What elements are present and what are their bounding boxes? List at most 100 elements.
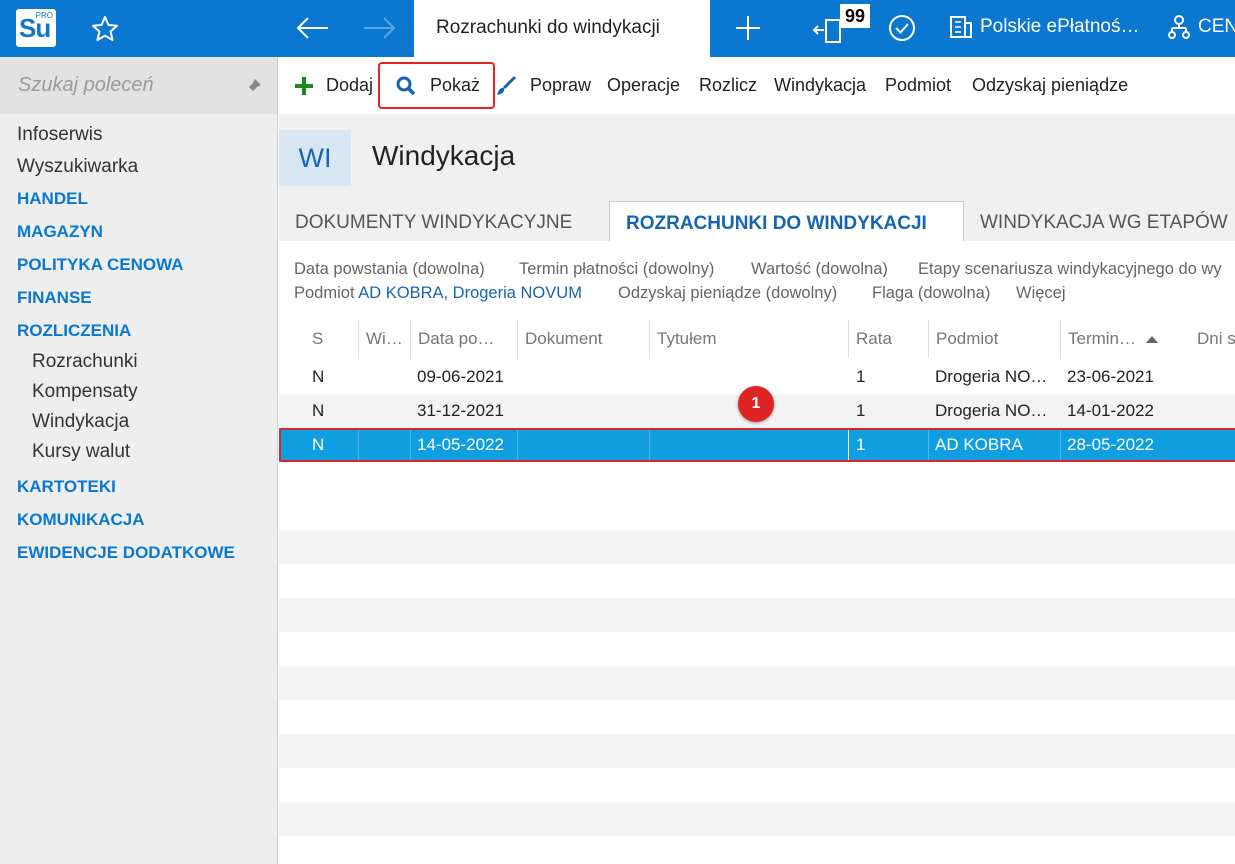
cell-due: 23-06-2021 xyxy=(1067,367,1154,386)
filter-flag[interactable]: Flaga (dowolna) xyxy=(872,284,990,303)
tab-rozrachunki-do-windykacji[interactable]: ROZRACHUNKI DO WINDYKACJI xyxy=(609,201,964,241)
payment-provider-button[interactable]: Polskie ePłatnoś… xyxy=(948,14,1139,42)
column-header-termin[interactable]: Termin… xyxy=(1060,320,1190,358)
cell-entity: Drogeria NO… xyxy=(935,401,1048,420)
filter-value[interactable]: Wartość (dowolna) xyxy=(751,260,888,279)
cell-rata: 1 xyxy=(856,367,866,386)
active-window-tab[interactable]: Rozrachunki do windykacji xyxy=(414,0,710,57)
column-separator xyxy=(928,428,929,462)
sidebar-item-magazyn[interactable]: MAGAZYN xyxy=(17,222,103,242)
sidebar-item-infoserwis[interactable]: Infoserwis xyxy=(17,124,103,146)
sidebar-item-handel[interactable]: HANDEL xyxy=(17,189,88,209)
app-logo[interactable]: Su PRO xyxy=(16,9,56,47)
add-label: Dodaj xyxy=(326,75,374,95)
column-header-rata[interactable]: Rata xyxy=(848,320,928,358)
center-button[interactable]: CEN xyxy=(1166,14,1235,42)
sidebar-item-rozliczenia[interactable]: ROZLICZENIA xyxy=(17,321,131,341)
sidebar-item-windykacja[interactable]: Windykacja xyxy=(32,411,129,433)
sidebar-item-komunikacja[interactable]: KOMUNIKACJA xyxy=(17,510,145,530)
cell-rata: 1 xyxy=(856,435,866,454)
payment-provider-label: Polskie ePłatnoś… xyxy=(980,16,1140,37)
new-tab-plus-icon[interactable] xyxy=(732,12,764,44)
operations-label: Operacje xyxy=(607,75,681,95)
filter-panel: Data powstania (dowolna) Termin płatnośc… xyxy=(279,241,1235,320)
sidebar-item-ewidencje-dodatkowe[interactable]: EWIDENCJE DODATKOWE xyxy=(17,543,235,563)
favorites-star-icon[interactable] xyxy=(90,14,120,44)
empty-row xyxy=(279,598,1235,632)
brush-icon xyxy=(497,75,517,95)
bank-terminal-icon xyxy=(950,16,972,38)
filter-due-date[interactable]: Termin płatności (dowolny) xyxy=(519,260,714,279)
filter-entity[interactable]: Podmiot AD KOBRA, Drogeria NOVUM xyxy=(294,284,582,303)
sidebar-item-kompensaty[interactable]: Kompensaty xyxy=(32,381,138,403)
column-separator xyxy=(410,428,411,462)
filter-entity-value: AD KOBRA, Drogeria NOVUM xyxy=(358,284,582,302)
filter-collection-stages[interactable]: Etapy scenariusza windykacyjnego do wy xyxy=(918,260,1222,279)
filter-date-created[interactable]: Data powstania (dowolna) xyxy=(294,260,485,279)
empty-row xyxy=(279,802,1235,836)
column-header-data-powstania[interactable]: Data po… xyxy=(410,320,517,358)
cell-rata: 1 xyxy=(856,401,866,420)
column-header-dokument[interactable]: Dokument xyxy=(517,320,649,358)
check-circle-icon[interactable] xyxy=(887,13,917,43)
settle-label: Rozlicz xyxy=(699,75,758,95)
recover-money-label: Odzyskaj pieniądze xyxy=(972,75,1129,95)
sidebar-item-wyszukiwarka[interactable]: Wyszukiwarka xyxy=(17,156,138,178)
page-title: Windykacja xyxy=(372,140,516,171)
step-marker: 1 xyxy=(738,386,774,422)
cell-due: 28-05-2022 xyxy=(1067,435,1154,454)
org-structure-icon xyxy=(1168,15,1190,39)
column-header-wi[interactable]: Wi… xyxy=(358,320,410,358)
sort-ascending-icon xyxy=(1146,336,1159,344)
pin-icon[interactable] xyxy=(243,77,263,97)
command-search-input[interactable] xyxy=(0,57,240,114)
entity-label: Podmiot xyxy=(885,75,952,95)
column-separator xyxy=(517,428,518,462)
edit-label: Popraw xyxy=(530,75,592,95)
filter-recover-money[interactable]: Odzyskaj pieniądze (dowolny) xyxy=(618,284,837,303)
cell-s: N xyxy=(312,367,325,386)
sidebar-item-polityka-cenowa[interactable]: POLITYKA CENOWA xyxy=(17,255,184,275)
table-row-selected[interactable]: N 14-05-2022 1 AD KOBRA 28-05-2022 xyxy=(279,428,1235,462)
column-header-s[interactable]: S xyxy=(312,320,352,358)
cell-s: N xyxy=(312,435,325,454)
active-window-title: Rozrachunki do windykacji xyxy=(436,17,660,38)
empty-row xyxy=(279,734,1235,768)
tab-dokumenty-windykacyjne[interactable]: DOKUMENTY WINDYKACYJNE xyxy=(279,201,609,241)
show-button-highlight xyxy=(378,62,495,109)
center-label: CEN xyxy=(1198,16,1235,37)
filter-entity-prefix: Podmiot xyxy=(294,284,355,302)
sidebar-item-kursy-walut[interactable]: Kursy walut xyxy=(32,441,130,463)
empty-row xyxy=(279,530,1235,564)
module-badge: WI xyxy=(279,130,351,186)
column-separator xyxy=(649,428,650,462)
logo-pro-label: PRO xyxy=(35,11,53,20)
cell-s: N xyxy=(312,401,325,420)
column-header-dni[interactable]: Dni s xyxy=(1190,320,1235,358)
filter-more[interactable]: Więcej xyxy=(1016,284,1066,303)
sidebar-item-kartoteki[interactable]: KARTOTEKI xyxy=(17,477,116,497)
plus-icon xyxy=(295,77,313,95)
column-header-podmiot[interactable]: Podmiot xyxy=(928,320,1060,358)
sidebar: Infoserwis Wyszukiwarka HANDEL MAGAZYN P… xyxy=(0,57,278,864)
column-separator xyxy=(358,428,359,462)
tab-windykacja-wg-etapow[interactable]: WINDYKACJA WG ETAPÓW xyxy=(964,201,1235,241)
column-header-tytulem[interactable]: Tytułem xyxy=(649,320,848,358)
tab-strip: DOKUMENTY WINDYKACYJNE ROZRACHUNKI DO WI… xyxy=(279,201,1235,241)
sidebar-item-rozrachunki[interactable]: Rozrachunki xyxy=(32,351,138,373)
collection-label: Windykacja xyxy=(774,75,867,95)
column-header-termin-label: Termin… xyxy=(1068,329,1137,348)
cell-entity: AD KOBRA xyxy=(935,435,1023,454)
edit-button[interactable]: Popraw xyxy=(495,73,591,99)
cell-entity: Drogeria NO… xyxy=(935,367,1048,386)
add-button[interactable]: Dodaj xyxy=(293,73,375,99)
cell-due: 14-01-2022 xyxy=(1067,401,1154,420)
empty-row xyxy=(279,666,1235,700)
cell-date: 31-12-2021 xyxy=(417,401,504,420)
grid-header: S Wi… Data po… Dokument Tytułem Rata Pod… xyxy=(279,320,1235,358)
cell-date: 09-06-2021 xyxy=(417,367,504,386)
back-arrow-icon[interactable] xyxy=(292,12,332,44)
column-separator xyxy=(848,428,849,462)
sidebar-item-finanse[interactable]: FINANSE xyxy=(17,288,92,308)
forward-arrow-icon[interactable] xyxy=(360,12,400,44)
